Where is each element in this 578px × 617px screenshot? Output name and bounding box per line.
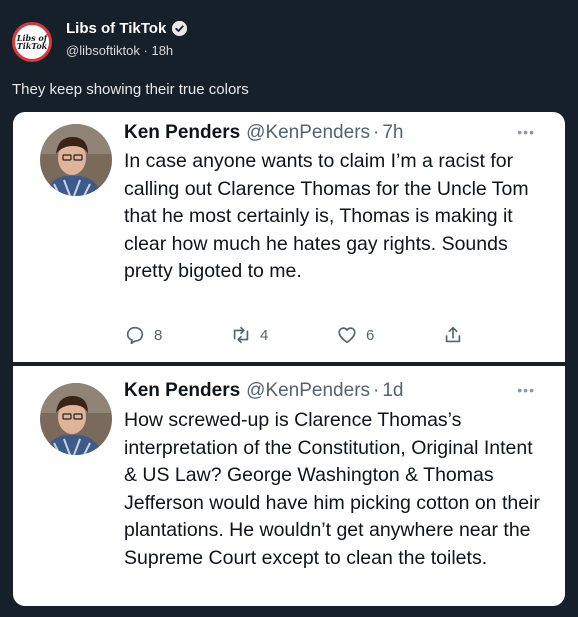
like-button[interactable]: 6 bbox=[336, 324, 374, 346]
share-icon bbox=[445, 326, 461, 343]
tweet-text: In case anyone wants to claim I’m a raci… bbox=[124, 150, 529, 282]
post-time[interactable]: 18h bbox=[151, 43, 173, 58]
reply-count: 8 bbox=[154, 326, 163, 344]
retweet-icon bbox=[233, 326, 249, 344]
avatar-logo-text-2: TikTok bbox=[16, 41, 48, 51]
like-count: 6 bbox=[366, 326, 375, 344]
share-button[interactable] bbox=[442, 324, 464, 346]
handle-row: @libsoftiktok · 18h bbox=[66, 43, 173, 58]
tweet-time[interactable]: 7h bbox=[382, 122, 403, 144]
tweet-author-handle[interactable]: @KenPenders bbox=[246, 380, 370, 402]
tweet-screenshot-2[interactable]: Ken Penders @KenPenders · 1d ••• How scr… bbox=[13, 366, 565, 606]
account-name-row: Libs of TikTok bbox=[66, 20, 188, 37]
quote-header: Libs of TikTok Libs of TikTok @libsoftik… bbox=[12, 18, 572, 62]
like-icon bbox=[338, 327, 356, 344]
tweet-time[interactable]: 1d bbox=[382, 380, 403, 402]
tweet-screenshot-1[interactable]: Ken Penders @KenPenders · 7h ••• In case… bbox=[13, 112, 565, 362]
tweet-header: Ken Penders @KenPenders · 7h bbox=[124, 122, 404, 144]
separator-dot: · bbox=[373, 380, 380, 401]
more-icon[interactable]: ••• bbox=[517, 382, 535, 398]
retweet-count: 4 bbox=[260, 326, 269, 344]
tweet-avatar bbox=[40, 383, 112, 455]
avatar[interactable]: Libs of TikTok bbox=[12, 22, 52, 62]
tweet-author-handle[interactable]: @KenPenders bbox=[246, 122, 370, 144]
tweet-header: Ken Penders @KenPenders · 1d bbox=[124, 380, 404, 402]
separator-dot: · bbox=[373, 122, 380, 143]
tweet-author-name[interactable]: Ken Penders bbox=[124, 122, 240, 144]
tweet-author-name[interactable]: Ken Penders bbox=[124, 380, 240, 402]
reply-button[interactable]: 8 bbox=[124, 324, 162, 346]
tweet-text: How screwed-up is Clarence Thomas’s inte… bbox=[124, 409, 540, 569]
retweet-button[interactable]: 4 bbox=[230, 324, 268, 346]
reply-icon bbox=[126, 326, 144, 345]
more-icon[interactable]: ••• bbox=[517, 124, 535, 140]
verified-badge-icon bbox=[172, 21, 188, 36]
retweet-comment: They keep showing their true colors bbox=[12, 81, 249, 98]
tweet-avatar bbox=[40, 124, 112, 196]
account-name[interactable]: Libs of TikTok bbox=[66, 20, 166, 37]
tweet-actions: 8 4 6 bbox=[124, 324, 461, 350]
account-handle[interactable]: @libsoftiktok bbox=[66, 43, 140, 58]
